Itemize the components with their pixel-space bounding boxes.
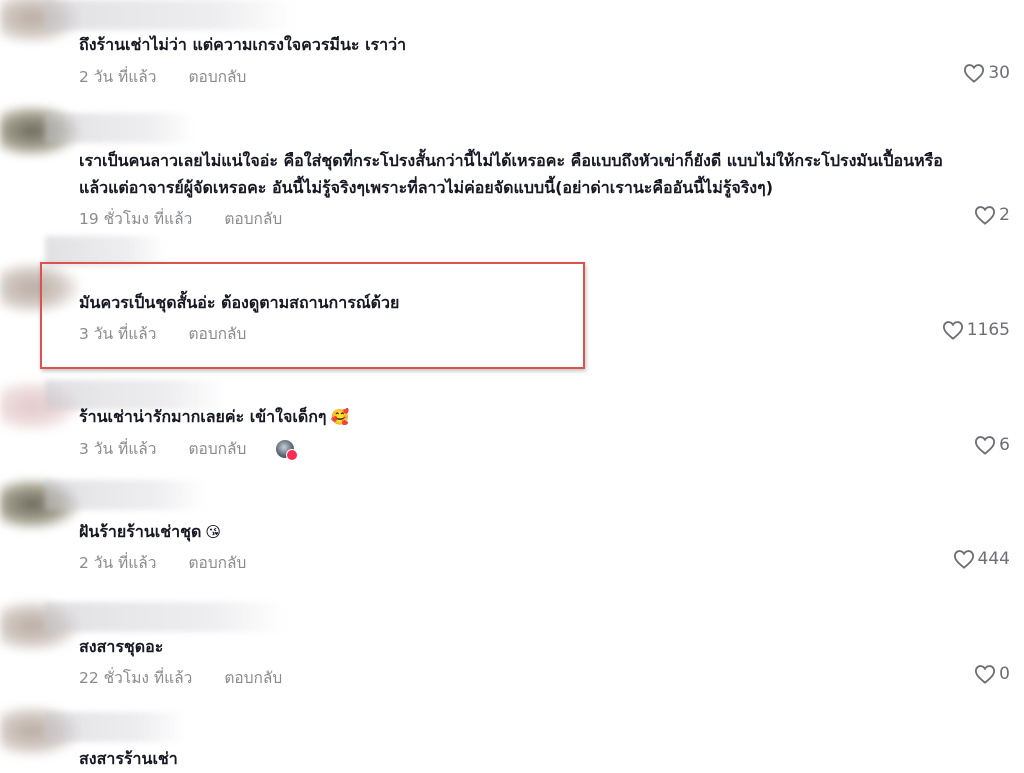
comment-time: 22 ชั่วโมง ที่แล้ว: [79, 669, 193, 687]
like-button[interactable]: 2: [974, 205, 1010, 225]
emoji-icon: 🥰: [330, 408, 350, 426]
comment-meta: 2 วัน ที่แล้ว ตอบกลับ: [79, 64, 246, 89]
comment-text: ฝันร้ายร้านเช่าชุด 😘: [79, 518, 1014, 546]
comment-text: สงสารชุดอะ: [79, 637, 164, 656]
comment-text: ถึงร้านเช่าไม่ว่า แต่ความเกรงใจควรมีนะ เ…: [79, 35, 407, 54]
comment-meta: 19 ชั่วโมง ที่แล้ว ตอบกลับ: [79, 206, 282, 231]
heart-outline-icon: [942, 321, 963, 340]
heart-outline-icon: [953, 550, 974, 569]
reply-button[interactable]: ตอบกลับ: [224, 206, 282, 231]
like-button[interactable]: 30: [963, 63, 1010, 83]
like-button[interactable]: 6: [974, 435, 1010, 455]
comment-text: ร้านเช่าน่ารักมากเลยค่ะ เข้าใจเด็กๆ 🥰: [79, 403, 1014, 431]
emoji-icon: 😘: [205, 523, 221, 541]
comment-meta: 2 วัน ที่แล้ว ตอบกลับ: [79, 550, 246, 575]
comment-text-content: ฝันร้ายร้านเช่าชุด: [79, 522, 202, 541]
heart-outline-icon: [975, 665, 996, 684]
highlight-annotation-box: [40, 262, 585, 369]
comment-time: 2 วัน ที่แล้ว: [79, 554, 157, 572]
username-blurred[interactable]: [45, 602, 285, 632]
username-blurred[interactable]: [45, 480, 205, 510]
reply-button[interactable]: ตอบกลับ: [188, 436, 246, 461]
like-count: 444: [977, 549, 1010, 569]
comment-time: 3 วัน ที่แล้ว: [79, 440, 157, 458]
comment-text-content: ร้านเช่าน่ารักมากเลยค่ะ เข้าใจเด็กๆ: [79, 407, 327, 426]
heart-outline-icon: [975, 206, 996, 225]
comment-time: 19 ชั่วโมง ที่แล้ว: [79, 210, 193, 228]
like-button[interactable]: 0: [974, 664, 1010, 684]
reply-button[interactable]: ตอบกลับ: [188, 550, 246, 575]
username-blurred[interactable]: [45, 0, 295, 30]
creator-liked-badge: [286, 448, 299, 461]
like-button[interactable]: 1165: [942, 320, 1010, 340]
comment-meta: 22 ชั่วโมง ที่แล้ว ตอบกลับ: [79, 665, 282, 690]
creator-avatar-heart-icon: [276, 439, 299, 461]
heart-outline-icon: [975, 436, 996, 455]
like-count: 30: [988, 63, 1010, 83]
heart-outline-icon: [964, 64, 985, 83]
comment-text: แล้วแต่อาจารย์ผู้จัดเหรอคะ อันนี้ไม่รู้จ…: [79, 178, 774, 197]
like-count: 2: [999, 205, 1010, 225]
reply-button[interactable]: ตอบกลับ: [224, 665, 282, 690]
like-count: 1165: [966, 320, 1010, 340]
comment-text: สงสารร้านเช่า: [79, 749, 178, 768]
reply-button[interactable]: ตอบกลับ: [188, 64, 246, 89]
like-button[interactable]: 444: [953, 549, 1010, 569]
like-count: 0: [999, 664, 1010, 684]
comment-text: เราเป็นคนลาวเลยไม่แน่ใจอ่ะ คือใส่ชุดที่ก…: [79, 151, 943, 170]
like-count: 6: [999, 435, 1010, 455]
comment-time: 2 วัน ที่แล้ว: [79, 68, 157, 86]
username-blurred[interactable]: [45, 712, 185, 742]
username-blurred[interactable]: [45, 113, 195, 143]
comment-meta: 3 วัน ที่แล้ว ตอบกลับ: [79, 436, 299, 461]
